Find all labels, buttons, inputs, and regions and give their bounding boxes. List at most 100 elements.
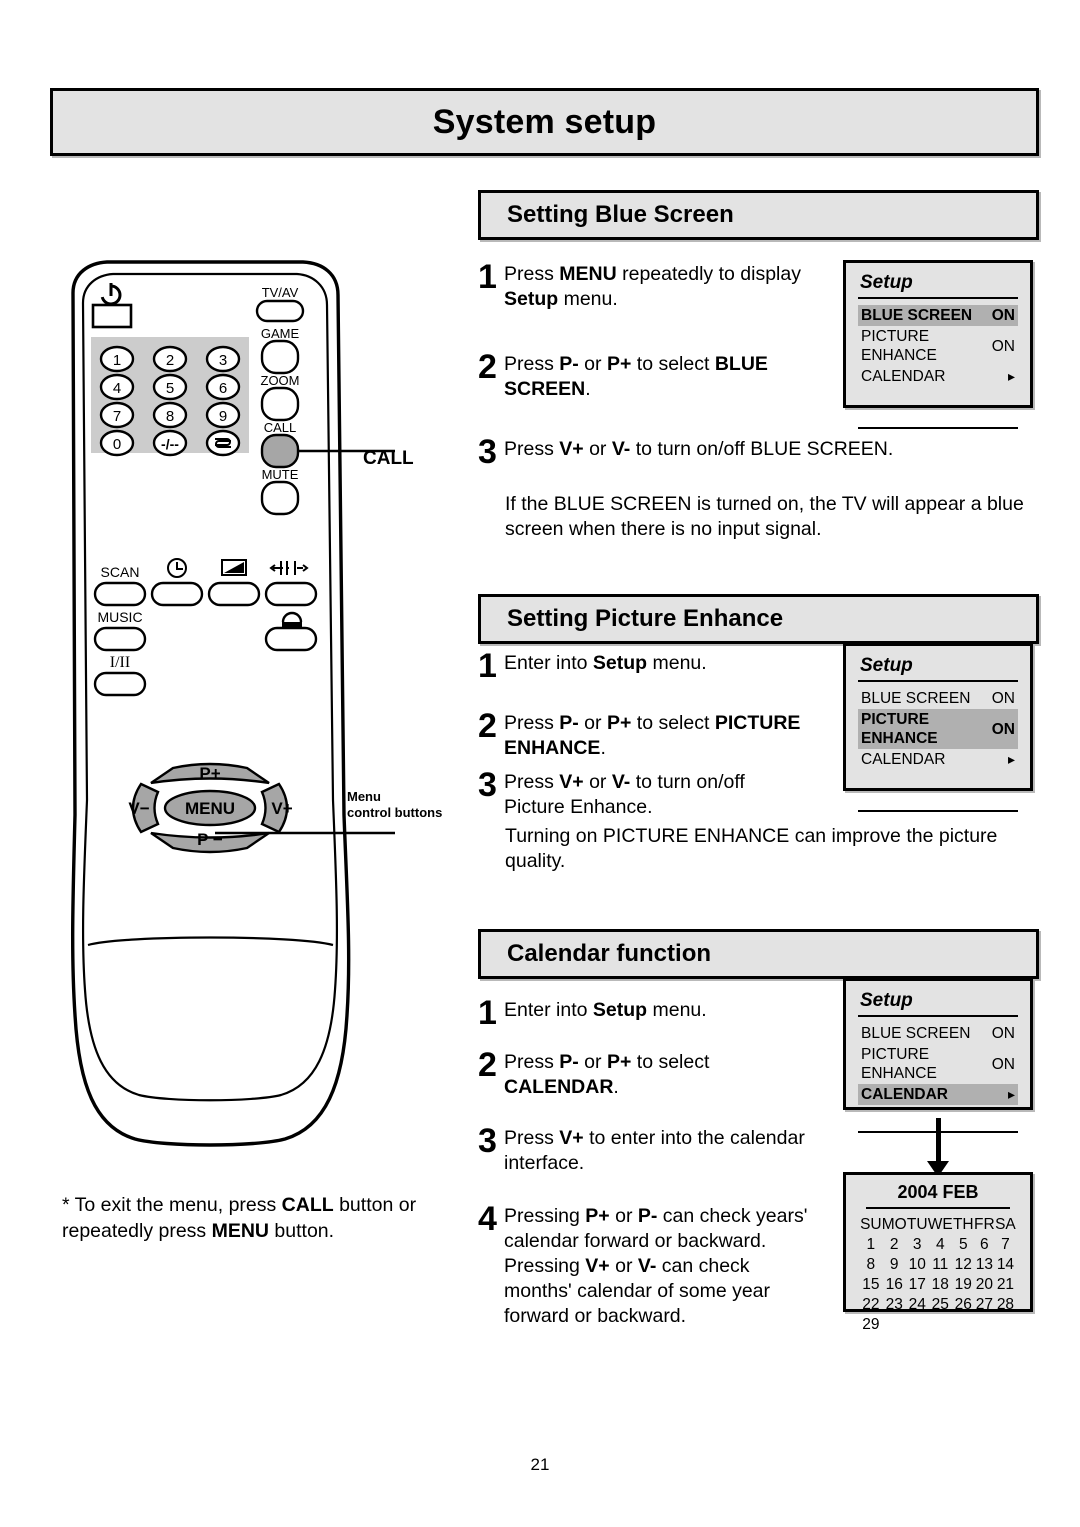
- osd-row-label: BLUE SCREEN: [861, 1025, 971, 1042]
- osd-row-label: CALENDAR: [861, 1086, 948, 1103]
- osd-row-blue-screen[interactable]: BLUE SCREEN ON: [858, 305, 1018, 326]
- step-2-calendar: 2 Press P- or P+ to select CALENDAR.: [478, 1048, 808, 1100]
- step-4-calendar: 4 Pressing P+ or P- can check years' cal…: [478, 1200, 808, 1329]
- call-label: CALL: [264, 420, 297, 435]
- tvav-button: [255, 299, 305, 323]
- scan-button: [93, 581, 147, 607]
- osd-bottom-rule: [858, 427, 1018, 429]
- step-3-picture-enhance: 3 Press V+ or V- to turn on/off Picture …: [478, 766, 808, 820]
- osd-row-label: BLUE SCREEN: [861, 307, 973, 324]
- osd-row-label: PICTURE ENHANCE: [861, 711, 938, 747]
- calendar-day: [995, 1315, 1016, 1335]
- game-button: [260, 339, 300, 375]
- calendar-day: 18: [931, 1276, 949, 1293]
- svg-text:7: 7: [113, 408, 121, 425]
- calendar-widget: 2004 FEB SU MO TU WE TH FR SA 1 2 3 4 5 …: [843, 1172, 1033, 1333]
- calendar-weekday: TH: [952, 1216, 974, 1233]
- music-button: [93, 626, 147, 652]
- step-text: Enter into Setup menu.: [504, 652, 707, 674]
- step-number: 3: [478, 766, 497, 804]
- calendar-body: 1 2 3 4 5 6 7 8 9 10 11 12 13 14 15 16 1…: [860, 1235, 1016, 1335]
- scan-label: SCAN: [101, 564, 140, 580]
- step-number: 1: [478, 994, 497, 1032]
- osd-row-value: ON: [991, 720, 1015, 738]
- contrast-button: [207, 581, 261, 607]
- calendar-day: 26: [954, 1296, 972, 1313]
- calendar-weekday: MO: [881, 1216, 907, 1233]
- calendar-day: [882, 1315, 907, 1335]
- step-number: 3: [478, 433, 497, 471]
- svg-text:9: 9: [219, 408, 227, 425]
- osd-row-calendar[interactable]: CALENDAR ▸: [858, 1084, 1018, 1105]
- calendar-day: 28: [996, 1296, 1015, 1313]
- step-2-picture-enhance: 2 Press P- or P+ to select PICTURE ENHAN…: [478, 709, 808, 761]
- step-number: 1: [478, 258, 497, 296]
- calendar-day: 17: [908, 1276, 926, 1293]
- callout-menu-controls-line1: Menu: [347, 789, 381, 804]
- calendar-weekday-row: SU MO TU WE TH FR SA: [860, 1215, 1016, 1235]
- svg-text:5: 5: [166, 380, 174, 397]
- calendar-day: [928, 1315, 953, 1335]
- osd-row-calendar[interactable]: CALENDAR ▸: [858, 366, 1018, 387]
- calendar-day: 21: [996, 1276, 1015, 1293]
- osd-row-label: PICTURE ENHANCE: [861, 1046, 937, 1082]
- page-title: System setup: [432, 102, 657, 141]
- osd-row-value: ON: [991, 1025, 1015, 1042]
- osd-row-value: ▸: [1007, 368, 1015, 384]
- osd-title: Setup: [860, 990, 913, 1011]
- osd-row-picture-enhance[interactable]: PICTURE ENHANCE ON: [858, 326, 1018, 366]
- osd-row-picture-enhance[interactable]: PICTURE ENHANCE ON: [858, 709, 1018, 749]
- remote-control-diagram: 1 2 3 4 5 6 7 8 9 0 -/-- TV/AV GAME ZOOM…: [55, 255, 395, 1155]
- step-text: Press V+ to enter into the calendar inte…: [504, 1127, 805, 1174]
- zoom-label: ZOOM: [261, 373, 300, 388]
- iii-label: I/II: [110, 654, 130, 671]
- zoom-button: [260, 386, 300, 422]
- osd-row-picture-enhance[interactable]: PICTURE ENHANCE ON: [858, 1044, 1018, 1084]
- osd-top-rule: [858, 1015, 1018, 1017]
- p-position-button: [264, 581, 318, 607]
- calendar-day: 9: [889, 1256, 899, 1273]
- tvav-label: TV/AV: [262, 285, 299, 300]
- osd-row-value: ON: [991, 690, 1015, 707]
- step-text: Press P- or P+ to select BLUE SCREEN.: [504, 353, 768, 400]
- calendar-day: 13: [975, 1256, 993, 1273]
- osd-row-blue-screen[interactable]: BLUE SCREEN ON: [858, 1023, 1018, 1044]
- osd-bottom-rule: [858, 810, 1018, 812]
- calendar-day: [953, 1315, 974, 1335]
- calendar-day: 2: [889, 1236, 899, 1253]
- svg-text:3: 3: [219, 352, 227, 369]
- step-text: Press V+ or V- to turn on/off Picture En…: [504, 771, 745, 818]
- svg-text:0: 0: [113, 436, 121, 453]
- step-number: 3: [478, 1122, 497, 1160]
- section-title: Calendar function: [507, 940, 712, 967]
- step-number: 4: [478, 1200, 497, 1238]
- osd-setup-calendar: Setup BLUE SCREEN ON PICTURE ENHANCE ON …: [843, 978, 1033, 1133]
- step-2-blue-screen: 2 Press P- or P+ to select BLUE SCREEN.: [478, 350, 833, 402]
- calendar-table: SU MO TU WE TH FR SA 1 2 3 4 5 6 7 8 9 1…: [860, 1215, 1016, 1335]
- calendar-day: 25: [931, 1296, 949, 1313]
- svg-text:8: 8: [166, 408, 174, 425]
- osd-row-value: ON: [991, 1055, 1015, 1073]
- calendar-day: 4: [935, 1236, 945, 1253]
- calendar-weekday: WE: [927, 1216, 953, 1233]
- osd-top-rule: [858, 297, 1018, 299]
- calendar-day: 24: [908, 1296, 926, 1313]
- svg-text:2: 2: [166, 352, 174, 369]
- osd-setup-picture-enhance: Setup BLUE SCREEN ON PICTURE ENHANCE ON …: [843, 643, 1033, 812]
- osd-row-value: ON: [991, 307, 1015, 324]
- osd-row-value: ON: [991, 337, 1015, 355]
- section-header-picture-enhance: Setting Picture Enhance: [478, 594, 1039, 644]
- step-number: 1: [478, 647, 497, 685]
- svg-text:6: 6: [219, 380, 227, 397]
- osd-row-calendar[interactable]: CALENDAR ▸: [858, 749, 1018, 770]
- osd-spacer: [858, 387, 1018, 421]
- osd-row-blue-screen[interactable]: BLUE SCREEN ON: [858, 688, 1018, 709]
- calendar-week-row: 1 2 3 4 5 6 7: [860, 1235, 1016, 1255]
- calendar-day: 27: [975, 1296, 993, 1313]
- osd-row-label: PICTURE ENHANCE: [861, 328, 937, 364]
- calendar-week-row: 8 9 10 11 12 13 14: [860, 1255, 1016, 1275]
- callout-call-label: CALL: [363, 448, 414, 469]
- step-text: Pressing P+ or P- can check years' calen…: [504, 1205, 808, 1327]
- step-3-blue-screen: 3 Press V+ or V- to turn on/off BLUE SCR…: [478, 433, 1023, 471]
- calendar-day: [974, 1315, 995, 1335]
